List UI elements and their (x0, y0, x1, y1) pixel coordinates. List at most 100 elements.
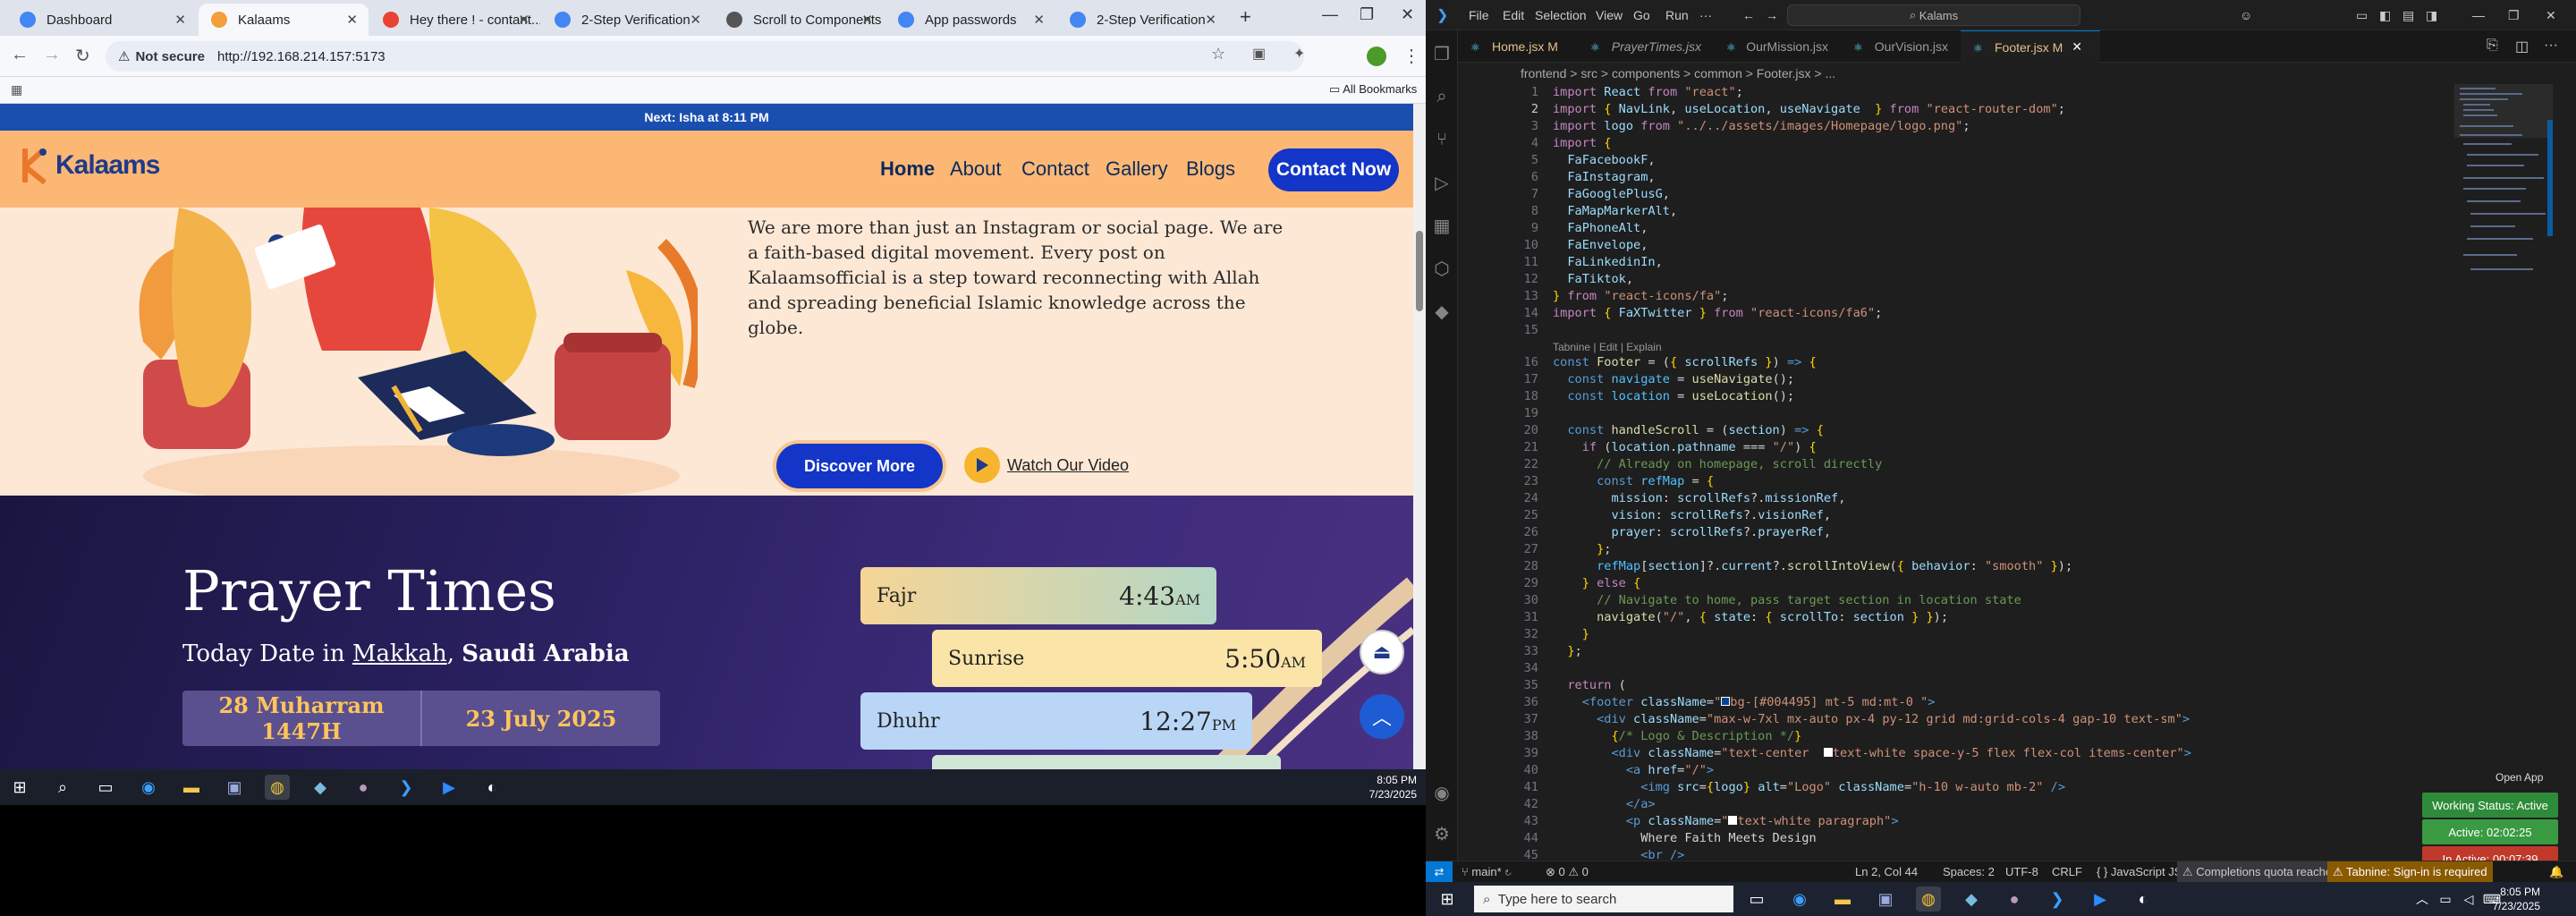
code-line[interactable]: {/* Logo & Description */} (1553, 728, 1801, 745)
compare-icon[interactable]: ⎘ (2487, 38, 2498, 54)
taskbar-clock[interactable]: 8:05 PM 7/23/2025 (2493, 885, 2540, 913)
extension-icon[interactable]: ▣ (1252, 45, 1266, 63)
reload-icon[interactable]: ↻ (75, 45, 90, 67)
store-icon[interactable]: ▣ (1873, 886, 1898, 912)
nav-blogs[interactable]: Blogs (1186, 157, 1235, 181)
menu-go[interactable]: Go (1633, 8, 1650, 22)
tray-chevron-icon[interactable]: ︿ (2410, 886, 2435, 912)
folder-icon[interactable]: ▬ (179, 775, 204, 800)
code-line[interactable]: const Footer = ({ scrollRefs }) => { (1553, 354, 1817, 371)
nav-gallery[interactable]: Gallery (1106, 157, 1168, 181)
tab-prayertimes-jsx[interactable]: ⚛ PrayerTimes.jsx (1578, 30, 1714, 63)
open-app-label[interactable]: Open App (2496, 771, 2543, 784)
code-line[interactable]: }; (1553, 643, 1581, 660)
tab-ourvision-jsx[interactable]: ⚛ OurVision.jsx (1841, 30, 1961, 63)
url-text[interactable]: http://192.168.214.157:5173 (217, 49, 386, 64)
chevron-up-icon[interactable]: ︿ (1360, 694, 1404, 739)
code-line[interactable]: FaLinkedinIn, (1553, 254, 1662, 271)
encoding[interactable]: UTF-8 (2005, 865, 2038, 878)
breadcrumb[interactable]: frontend > src > components > common > F… (1458, 63, 2576, 84)
close-tab-icon[interactable]: ✕ (861, 12, 873, 28)
code-line[interactable]: import { (1553, 135, 1611, 152)
extensions-puzzle-icon[interactable]: ✦ (1293, 45, 1305, 63)
copilot-icon[interactable]: ☺ (2240, 8, 2252, 22)
nav-contact[interactable]: Contact (1021, 157, 1089, 181)
close-tab-icon[interactable]: ✕ (690, 12, 701, 28)
code-line[interactable]: // Already on homepage, scroll directly (1553, 456, 1882, 473)
nav-about[interactable]: About (950, 157, 1002, 181)
code-line[interactable]: </a> (1553, 796, 1656, 813)
code-line[interactable]: } else { (1553, 575, 1641, 592)
notifications-bell-icon[interactable]: 🔔 (2549, 865, 2563, 879)
tab-ourmission-jsx[interactable]: ⚛ OurMission.jsx (1714, 30, 1841, 63)
explorer-icon[interactable]: ❐ (1431, 43, 1453, 64)
code-line[interactable]: FaEnvelope, (1553, 237, 1648, 254)
zoom-icon[interactable]: ▶ (2088, 886, 2113, 912)
code-line[interactable]: vision: scrollRefs?.visionRef, (1553, 507, 1831, 524)
code-line[interactable]: if (location.pathname === "/") { (1553, 439, 1817, 456)
watch-video-link[interactable]: Watch Our Video (1007, 456, 1129, 475)
code-line[interactable]: FaTiktok, (1553, 271, 1633, 288)
code-line[interactable]: // Navigate to home, pass target section… (1553, 592, 2021, 609)
tabnine-icon[interactable]: ◆ (1431, 301, 1453, 322)
site-logo[interactable]: Kalaams (20, 145, 160, 186)
more-menu-icon[interactable]: ··· (1699, 8, 1712, 22)
source-control-icon[interactable]: ⑂ (1431, 129, 1453, 150)
language-mode[interactable]: { } JavaScript JSX (2097, 865, 2190, 878)
code-line[interactable]: const navigate = useNavigate(); (1553, 371, 1794, 388)
code-line[interactable]: import React from "react"; (1553, 84, 1743, 101)
all-bookmarks[interactable]: ▭ All Bookmarks (1329, 82, 1417, 97)
page-scrollbar-thumb[interactable] (1416, 231, 1423, 311)
menu-view[interactable]: View (1596, 8, 1623, 22)
code-line[interactable]: prayer: scrollRefs?.prayerRef, (1553, 524, 1831, 541)
nav-forward-icon[interactable]: → (1766, 8, 1778, 22)
remote-indicator-icon[interactable]: ⇄ (1426, 861, 1453, 882)
code-line[interactable]: <div className="text-center text-white s… (1553, 745, 2190, 762)
nav-back-icon[interactable]: ← (1742, 8, 1755, 22)
cursor-position[interactable]: Ln 2, Col 44 (1855, 865, 1918, 878)
code-line[interactable]: return ( (1553, 677, 1625, 694)
minimap[interactable] (2454, 84, 2553, 335)
code-line[interactable]: FaGooglePlusG, (1553, 186, 1670, 203)
remote-icon[interactable]: ⬡ (1431, 258, 1453, 279)
codelens[interactable]: Tabnine | Edit | Explain (1553, 341, 1662, 353)
extensions-icon[interactable]: ▦ (1431, 215, 1453, 236)
code-line[interactable]: const location = useLocation(); (1553, 388, 1794, 405)
layout-icon[interactable]: ▤ (2402, 8, 2414, 23)
run-debug-icon[interactable]: ▷ (1431, 172, 1453, 193)
play-video-icon[interactable] (964, 447, 1000, 483)
close-window-icon[interactable]: ✕ (2546, 8, 2556, 23)
layout-icon[interactable]: ▭ (2356, 8, 2368, 23)
browser-menu-icon[interactable]: ⋮ (1402, 45, 1420, 67)
search-icon[interactable]: ⌕ (1431, 86, 1453, 107)
tab-footer-jsx[interactable]: ⚛ Footer.jsx M ✕ (1961, 30, 2100, 63)
code-line[interactable]: <img src={logo} alt="Logo" className="h-… (1553, 779, 2065, 796)
code-line[interactable]: } from "react-icons/fa"; (1553, 288, 1728, 305)
branch-indicator[interactable]: ⑂ main* ↻ (1462, 865, 1512, 878)
code-line[interactable]: const refMap = { (1553, 473, 1714, 490)
network-icon[interactable]: ▭ (2433, 886, 2458, 912)
chrome-icon[interactable]: ◍ (265, 775, 290, 800)
code-line[interactable]: FaInstagram, (1553, 169, 1655, 186)
layout-icon[interactable]: ◧ (2379, 8, 2391, 23)
browser-tab-2step-2[interactable]: 2-Step Verification ✕ (1057, 4, 1227, 36)
code-line[interactable]: import { FaXTwitter } from "react-icons/… (1553, 305, 1882, 322)
zoom-icon[interactable]: ▶ (436, 775, 462, 800)
tab-home-jsx[interactable]: ⚛ Home.jsx M (1458, 30, 1578, 63)
close-window-icon[interactable]: ✕ (1401, 5, 1414, 24)
app-circle-icon[interactable]: ◐ (479, 775, 504, 800)
layout-icon[interactable]: ◨ (2426, 8, 2437, 23)
code-line[interactable]: Where Faith Meets Design (1553, 830, 1816, 847)
vscode-icon[interactable]: ❯ (2045, 886, 2070, 912)
code-line[interactable]: FaFacebookF, (1553, 152, 1655, 169)
windows-start-icon[interactable]: ⊞ (1435, 886, 1460, 912)
code-line[interactable]: navigate("/", { state: { scrollTo: secti… (1553, 609, 1948, 626)
store-icon[interactable]: ▣ (222, 775, 247, 800)
close-tab-icon[interactable]: ✕ (2072, 39, 2082, 55)
edge-icon[interactable]: ◉ (136, 775, 161, 800)
more-actions-icon[interactable]: ··· (2544, 38, 2558, 54)
close-tab-icon[interactable]: ✕ (1033, 12, 1045, 28)
windows-search-input[interactable]: ⌕ Type here to search (1474, 886, 1733, 912)
github-icon[interactable]: ● (351, 775, 376, 800)
settings-gear-icon[interactable]: ⚙ (1431, 823, 1453, 844)
